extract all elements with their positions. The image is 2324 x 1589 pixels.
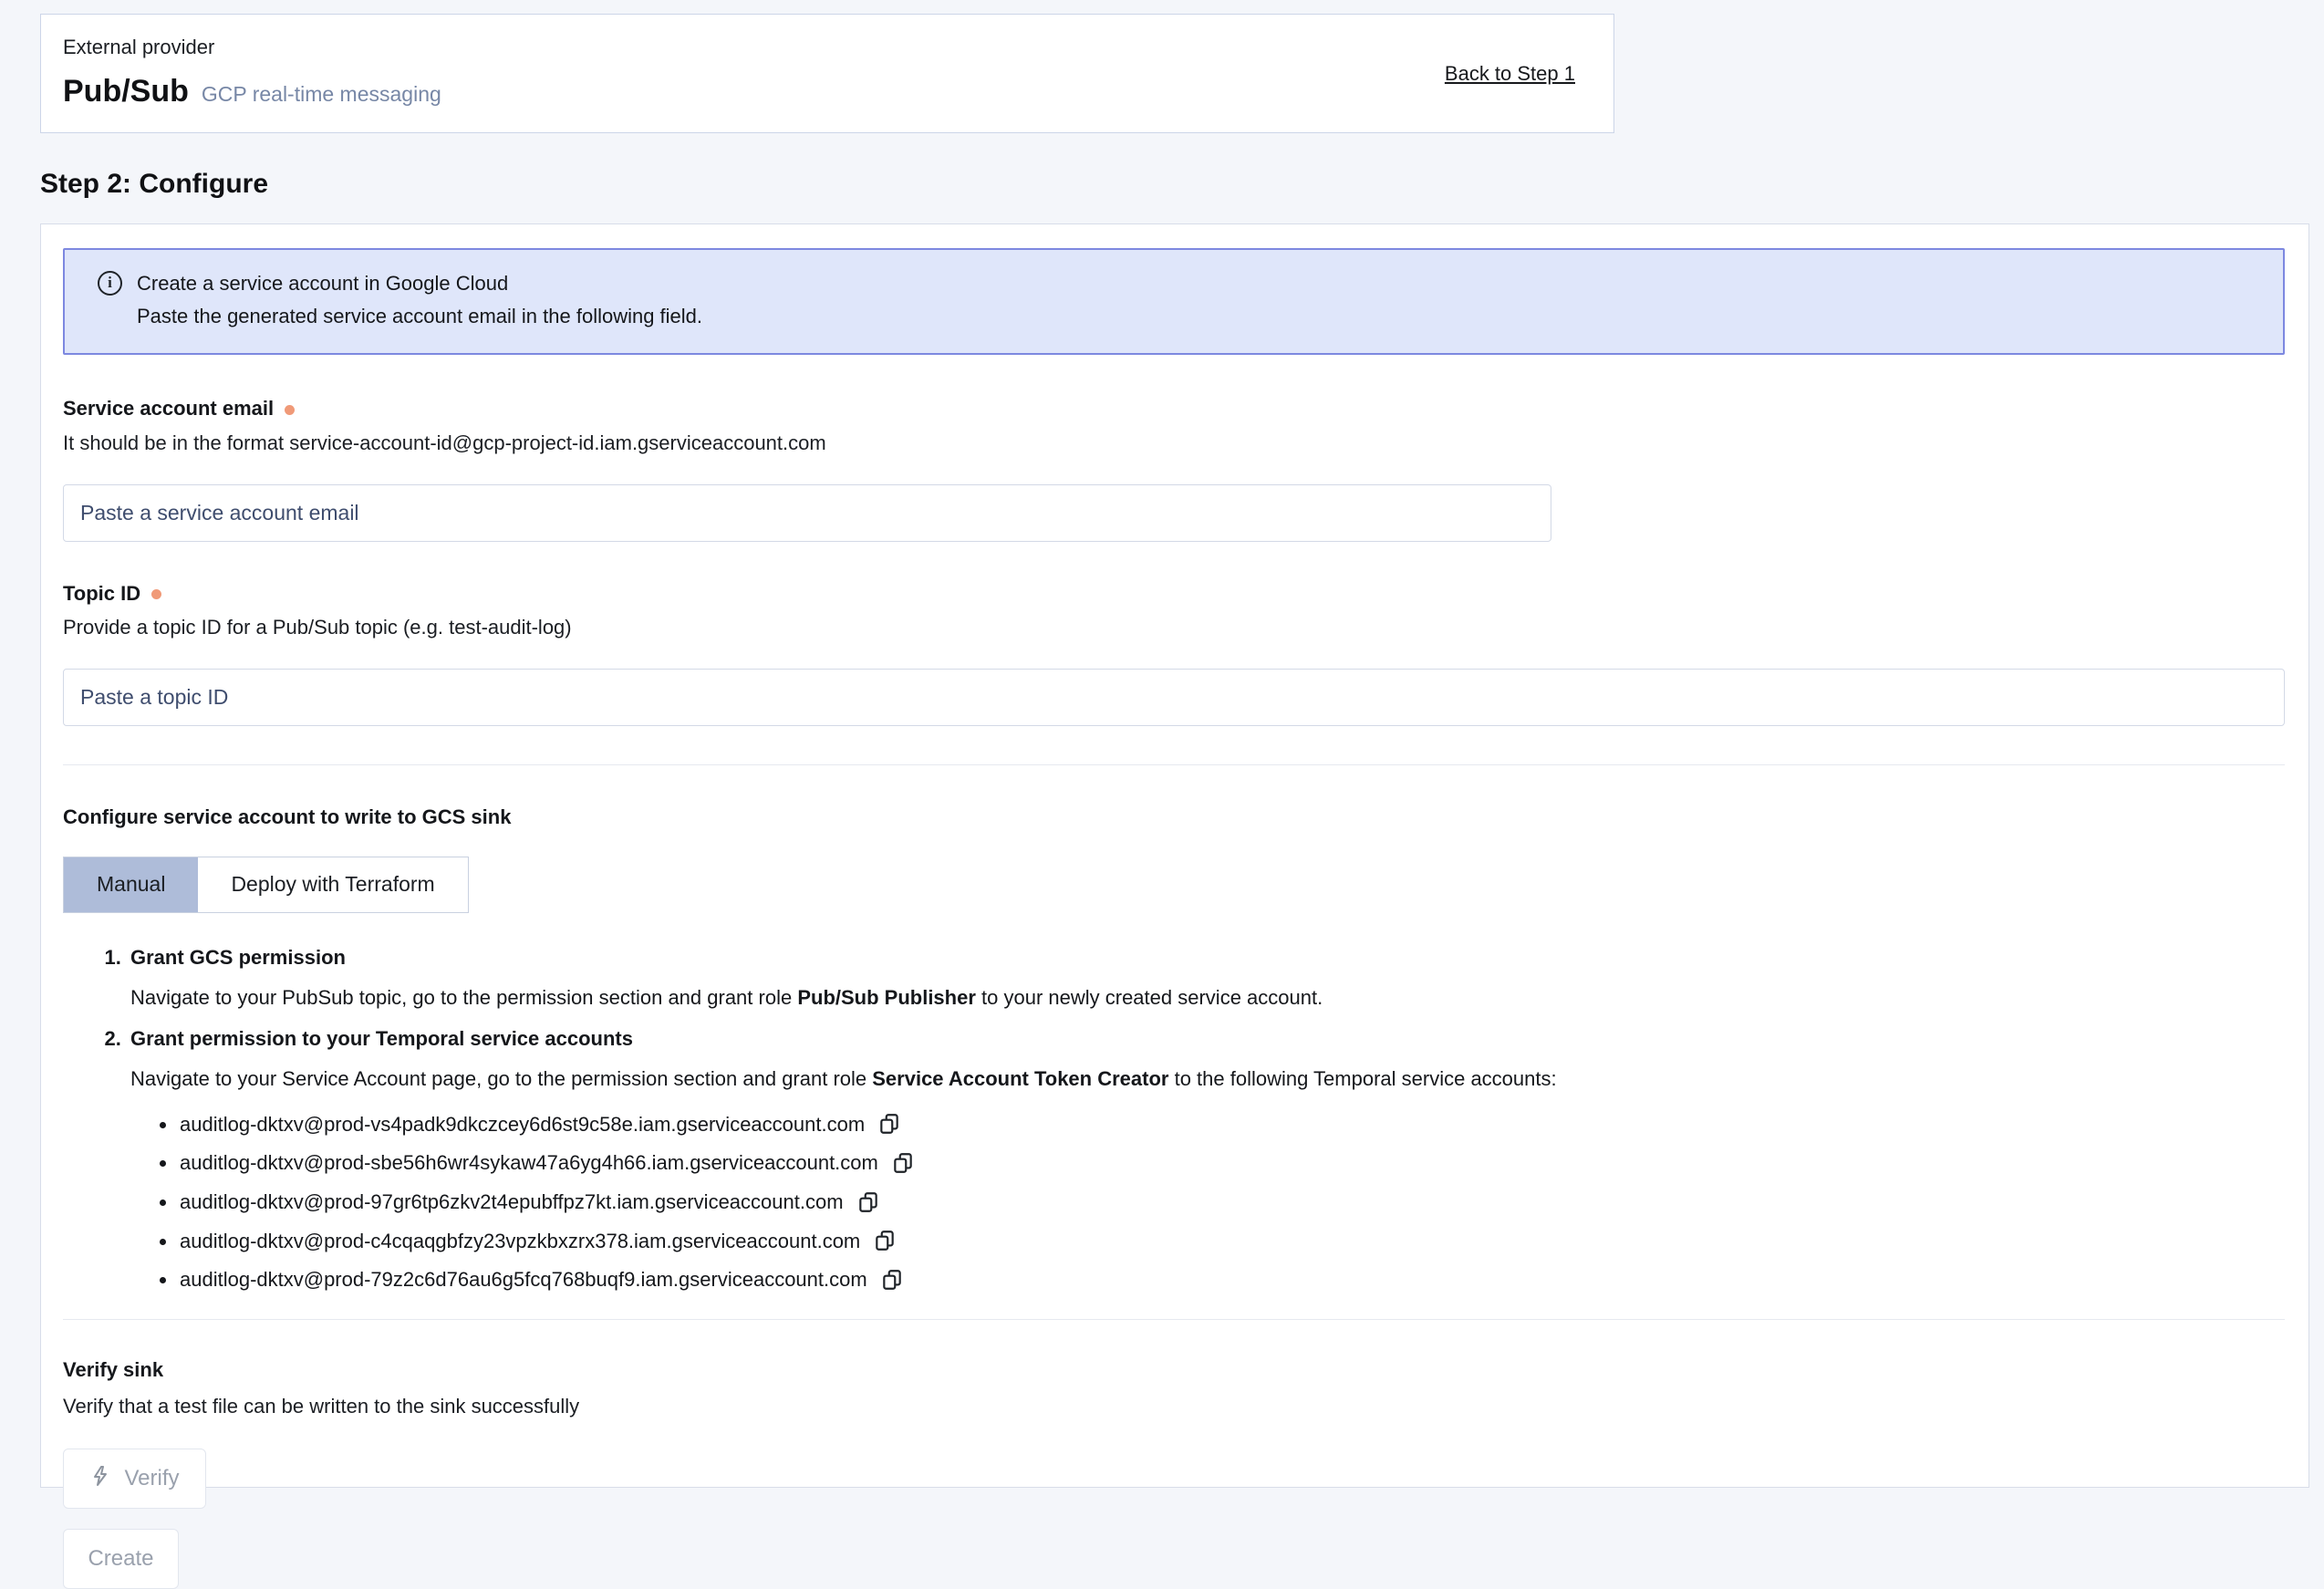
service-account-email: auditlog-dktxv@prod-sbe56h6wr4sykaw47a6y… bbox=[180, 1149, 878, 1177]
verify-button-label: Verify bbox=[124, 1466, 179, 1491]
step-body-text: to the following Temporal service accoun… bbox=[1168, 1067, 1556, 1090]
instruction-step: Grant GCS permission Navigate to your Pu… bbox=[127, 944, 2283, 1011]
service-account-item: auditlog-dktxv@prod-c4cqaqgbfzy23vpzkbxz… bbox=[178, 1228, 2283, 1255]
topic-id-input[interactable] bbox=[63, 669, 2285, 726]
create-button-label: Create bbox=[88, 1546, 153, 1572]
required-indicator bbox=[285, 405, 295, 415]
configure-tabs: Manual Deploy with Terraform bbox=[63, 857, 469, 913]
service-account-email-label: Service account email bbox=[63, 395, 274, 422]
topic-id-help: Provide a topic ID for a Pub/Sub topic (… bbox=[63, 614, 2283, 641]
copy-icon[interactable] bbox=[891, 1151, 915, 1175]
topic-id-label: Topic ID bbox=[63, 580, 140, 608]
provider-info: External provider Pub/Sub GCP real-time … bbox=[63, 34, 441, 114]
step-body: Navigate to your PubSub topic, go to the… bbox=[130, 984, 2283, 1012]
tab-deploy-with-terraform[interactable]: Deploy with Terraform bbox=[198, 857, 467, 912]
page-title: Step 2: Configure bbox=[40, 166, 268, 203]
copy-icon[interactable] bbox=[873, 1229, 897, 1252]
verify-sink-subtitle: Verify that a test file can be written t… bbox=[63, 1393, 2283, 1420]
required-indicator bbox=[151, 589, 161, 599]
provider-card: External provider Pub/Sub GCP real-time … bbox=[40, 14, 1614, 133]
provider-name: Pub/Sub bbox=[63, 71, 189, 113]
zap-icon bbox=[89, 1465, 111, 1493]
verify-button[interactable]: Verify bbox=[63, 1449, 206, 1509]
back-to-step-1-link[interactable]: Back to Step 1 bbox=[1445, 60, 1575, 88]
configure-card: i Create a service account in Google Clo… bbox=[40, 223, 2309, 1488]
alert-title: Create a service account in Google Cloud bbox=[137, 270, 508, 297]
alert-body: Paste the generated service account emai… bbox=[137, 303, 2261, 330]
service-account-item: auditlog-dktxv@prod-vs4padk9dkczcey6d6st… bbox=[178, 1111, 2283, 1138]
service-account-email: auditlog-dktxv@prod-97gr6tp6zkv2t4epubff… bbox=[180, 1189, 844, 1216]
service-account-email: auditlog-dktxv@prod-c4cqaqgbfzy23vpzkbxz… bbox=[180, 1228, 860, 1255]
step-title: Grant GCS permission bbox=[130, 944, 2283, 971]
copy-icon[interactable] bbox=[856, 1190, 880, 1214]
role-name: Pub/Sub Publisher bbox=[797, 986, 976, 1009]
tab-manual[interactable]: Manual bbox=[64, 857, 198, 912]
create-button[interactable]: Create bbox=[63, 1529, 179, 1589]
info-icon: i bbox=[98, 271, 122, 296]
role-name: Service Account Token Creator bbox=[872, 1067, 1168, 1090]
service-account-item: auditlog-dktxv@prod-sbe56h6wr4sykaw47a6y… bbox=[178, 1149, 2283, 1177]
instruction-steps: Grant GCS permission Navigate to your Pu… bbox=[127, 944, 2283, 1293]
step-body-text: to your newly created service account. bbox=[976, 986, 1323, 1009]
copy-icon[interactable] bbox=[877, 1112, 901, 1136]
service-account-item: auditlog-dktxv@prod-97gr6tp6zkv2t4epubff… bbox=[178, 1189, 2283, 1216]
verify-sink-title: Verify sink bbox=[63, 1356, 2283, 1384]
info-alert: i Create a service account in Google Clo… bbox=[63, 248, 2285, 355]
configure-section-title: Configure service account to write to GC… bbox=[63, 804, 2283, 831]
service-account-email: auditlog-dktxv@prod-vs4padk9dkczcey6d6st… bbox=[180, 1111, 865, 1138]
step-body: Navigate to your Service Account page, g… bbox=[130, 1065, 2283, 1093]
step-body-text: Navigate to your Service Account page, g… bbox=[130, 1067, 872, 1090]
service-account-email: auditlog-dktxv@prod-79z2c6d76au6g5fcq768… bbox=[180, 1266, 867, 1293]
service-account-email-group: Service account email It should be in th… bbox=[63, 395, 2283, 541]
service-account-list: auditlog-dktxv@prod-vs4padk9dkczcey6d6st… bbox=[178, 1111, 2283, 1293]
service-account-item: auditlog-dktxv@prod-79z2c6d76au6g5fcq768… bbox=[178, 1266, 2283, 1293]
instruction-step: Grant permission to your Temporal servic… bbox=[127, 1025, 2283, 1293]
copy-icon[interactable] bbox=[880, 1268, 904, 1292]
section-divider bbox=[63, 1319, 2285, 1320]
provider-label: External provider bbox=[63, 34, 441, 61]
step-title: Grant permission to your Temporal servic… bbox=[130, 1025, 2283, 1053]
provider-subtitle: GCP real-time messaging bbox=[202, 80, 441, 109]
topic-id-group: Topic ID Provide a topic ID for a Pub/Su… bbox=[63, 580, 2283, 726]
service-account-email-help: It should be in the format service-accou… bbox=[63, 430, 2283, 457]
service-account-email-input[interactable] bbox=[63, 484, 1551, 542]
section-divider bbox=[63, 764, 2285, 765]
step-body-text: Navigate to your PubSub topic, go to the… bbox=[130, 986, 797, 1009]
